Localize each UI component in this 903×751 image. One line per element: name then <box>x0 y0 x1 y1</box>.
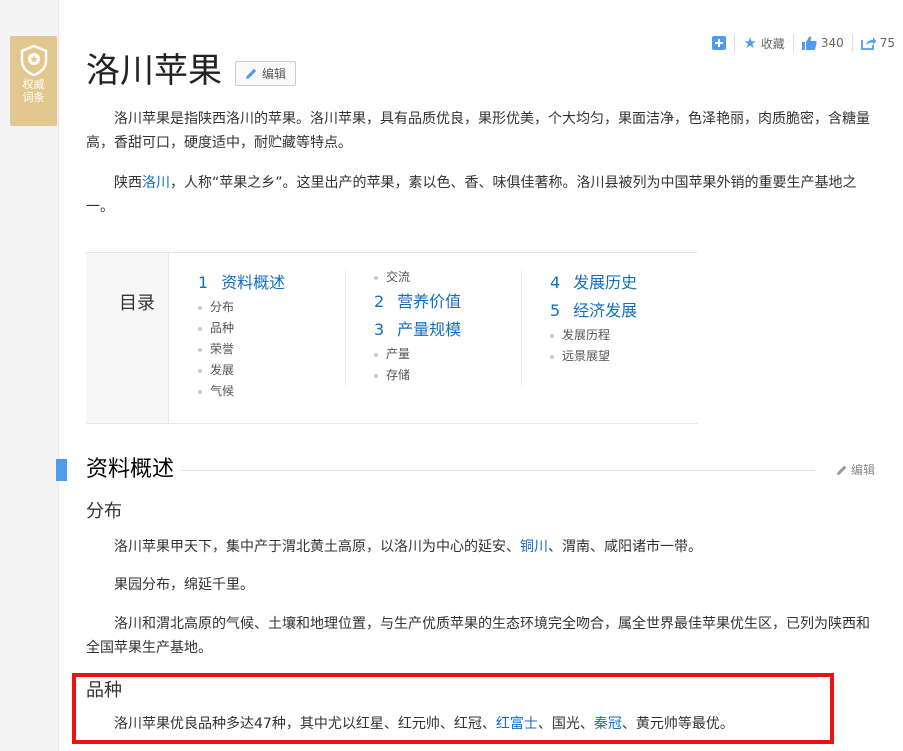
top-toolbar: ★ 收藏 340 75 <box>704 34 903 52</box>
distribution-paragraph-2: 果园分布，绵延千里。 <box>114 577 254 593</box>
distribution-paragraph-3: 洛川和渭北高原的气候、土壤和地理位置，与生产优质苹果的生态环境完全吻合，属全世界… <box>86 616 870 656</box>
toc-divider <box>345 269 346 387</box>
toc-column-3: 4 发展历史 5 经济发展 发展历程 远景展望 <box>550 269 637 367</box>
table-of-contents: 目录 1 资料概述 分布 品种 荣誉 发展 气候 交流 2 营养价值 3 产量规… <box>86 252 698 424</box>
like-count: 340 <box>820 36 844 50</box>
share-button[interactable]: 75 <box>851 34 903 52</box>
distribution-paragraph-1: 洛川苹果甲天下，集中产于渭北黄土高原，以洛川为中心的延安、铜川、渭南、咸阳诸市一… <box>114 539 702 555</box>
toc-item-3[interactable]: 3 产量规模 <box>374 316 461 344</box>
pencil-icon <box>836 465 847 475</box>
tongchuan-link[interactable]: 铜川 <box>520 539 548 555</box>
toc-subitem[interactable]: 产量 <box>374 344 461 365</box>
toc-column-2: 交流 2 营养价值 3 产量规模 产量 存储 <box>374 267 461 386</box>
toc-subitem[interactable]: 气候 <box>198 381 285 402</box>
section-accent-bar <box>56 459 67 481</box>
toc-subitem[interactable]: 发展 <box>198 360 285 381</box>
intro-paragraph-1: 洛川苹果是指陕西洛川的苹果。洛川苹果，具有品质优良，果形优美，个大均匀，果面洁净… <box>86 111 870 151</box>
like-button[interactable]: 340 <box>792 34 852 52</box>
toc-subitem[interactable]: 存储 <box>374 365 461 386</box>
toc-label: 目录 <box>119 293 155 314</box>
section-edit-button[interactable]: 编辑 <box>836 461 875 478</box>
toc-item-5[interactable]: 5 经济发展 <box>550 297 637 325</box>
favorite-button[interactable]: ★ 收藏 <box>734 34 792 52</box>
luochuan-link[interactable]: 洛川 <box>142 175 170 191</box>
thumbs-up-icon <box>801 36 817 50</box>
medal-icon <box>20 44 47 76</box>
toc-subitem[interactable]: 品种 <box>198 318 285 339</box>
toc-label-panel: 目录 <box>86 253 169 423</box>
toc-column-1: 1 资料概述 分布 品种 荣誉 发展 气候 <box>198 269 285 402</box>
toc-subitem[interactable]: 远景展望 <box>550 346 637 367</box>
toc-divider <box>521 269 522 387</box>
share-count: 75 <box>879 36 895 50</box>
share-icon <box>860 37 876 50</box>
authority-badge[interactable]: 权威 词条 <box>10 36 57 126</box>
toc-item-2[interactable]: 2 营养价值 <box>374 288 461 316</box>
edit-button[interactable]: 编辑 <box>235 61 296 86</box>
plus-square-icon <box>712 36 727 50</box>
badge-text: 权威 词条 <box>22 78 45 104</box>
pencil-icon <box>245 68 257 79</box>
highlight-box <box>72 673 834 744</box>
intro-paragraph-2: 陕西洛川，人称“苹果之乡”。这里出产的苹果，素以色、香、味俱佳著称。洛川县被列为… <box>86 175 857 215</box>
subsection-title-distribution: 分布 <box>86 501 122 522</box>
edit-label: 编辑 <box>261 67 286 81</box>
section-edit-label: 编辑 <box>851 463 876 477</box>
toc-subitem[interactable]: 荣誉 <box>198 339 285 360</box>
toc-item-4[interactable]: 4 发展历史 <box>550 269 637 297</box>
star-icon: ★ <box>743 34 757 52</box>
toc-item-1[interactable]: 1 资料概述 <box>198 269 285 297</box>
toc-subitem[interactable]: 发展历程 <box>550 325 637 346</box>
toc-subitem[interactable]: 分布 <box>198 297 285 318</box>
page-title: 洛川苹果 <box>86 51 222 91</box>
toc-subitem[interactable]: 交流 <box>374 267 461 288</box>
favorite-label: 收藏 <box>760 36 785 51</box>
section-divider <box>180 470 815 471</box>
add-button[interactable] <box>704 34 734 52</box>
section-title: 资料概述 <box>86 457 175 482</box>
